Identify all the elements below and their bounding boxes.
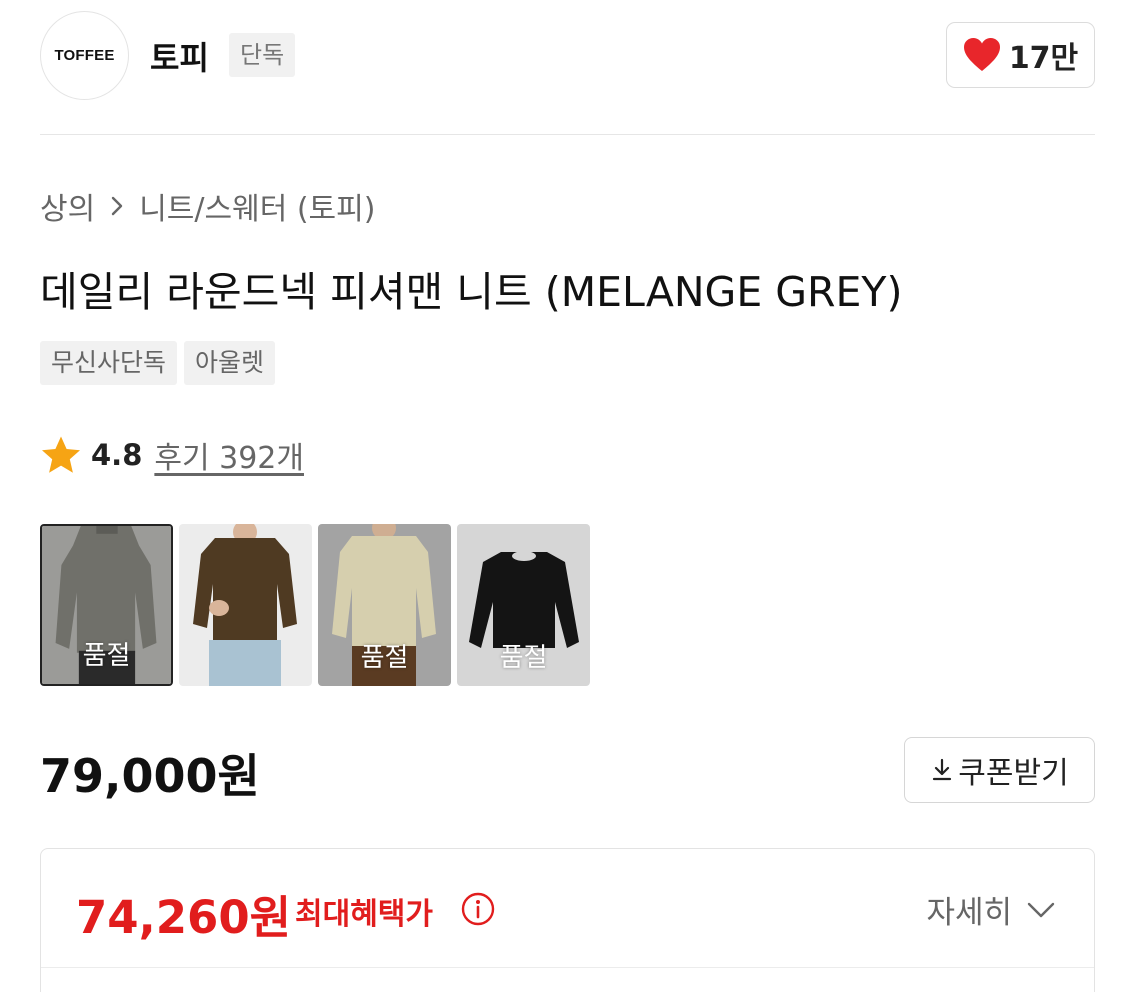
benefit-label: 최대혜택가 bbox=[295, 897, 433, 932]
header-divider bbox=[40, 134, 1095, 135]
rating-score: 4.8 bbox=[91, 438, 143, 472]
review-count-link[interactable]: 후기 392개 bbox=[154, 433, 304, 477]
color-options: 품절 품절 품절 bbox=[40, 524, 590, 686]
like-count: 17만 bbox=[1008, 41, 1079, 76]
benefit-price: 74,260원 bbox=[76, 891, 292, 944]
benefit-divider bbox=[41, 967, 1094, 968]
details-toggle[interactable]: 자세히 bbox=[926, 887, 1056, 932]
soldout-label: 품절 bbox=[499, 643, 548, 673]
color-option-oatmeal[interactable]: 품절 bbox=[318, 524, 451, 686]
color-option-melange-grey[interactable]: 품절 bbox=[40, 524, 173, 686]
price: 79,000원 bbox=[40, 749, 260, 803]
brand-logo[interactable]: TOFFEE bbox=[40, 11, 129, 100]
rating: 4.8 후기 392개 bbox=[40, 433, 304, 477]
product-badges: 무신사단독 아울렛 bbox=[40, 341, 276, 385]
details-label: 자세히 bbox=[926, 895, 1012, 931]
brand-name[interactable]: 토피 bbox=[150, 33, 209, 79]
product-title: 데일리 라운드넥 피셔맨 니트 (MELANGE GREY) bbox=[40, 268, 903, 316]
info-icon[interactable] bbox=[461, 892, 495, 926]
coupon-button[interactable]: 쿠폰받기 bbox=[904, 737, 1095, 803]
benefit-box: 74,260원 최대혜택가 자세히 bbox=[40, 848, 1095, 992]
breadcrumb: 상의 니트/스웨터 (토피) bbox=[40, 184, 375, 228]
breadcrumb-subcategory[interactable]: 니트/스웨터 (토피) bbox=[139, 184, 375, 228]
color-option-black[interactable]: 품절 bbox=[457, 524, 590, 686]
color-option-brown[interactable] bbox=[179, 524, 312, 686]
benefit-row[interactable]: 74,260원 최대혜택가 자세히 bbox=[41, 849, 1094, 967]
badge-outlet: 아울렛 bbox=[184, 341, 276, 385]
chevron-down-icon bbox=[1027, 902, 1055, 917]
product-image bbox=[179, 524, 312, 686]
coupon-label: 쿠폰받기 bbox=[958, 756, 1069, 791]
chevron-right-icon bbox=[112, 196, 123, 216]
brand-header: TOFFEE 토피 단독 17만 bbox=[40, 11, 1095, 101]
brand-exclusive-tag: 단독 bbox=[229, 33, 296, 77]
soldout-label: 품절 bbox=[360, 643, 409, 673]
badge-exclusive: 무신사단독 bbox=[40, 341, 178, 385]
download-icon bbox=[933, 758, 952, 781]
like-button[interactable]: 17만 bbox=[946, 22, 1095, 88]
star-icon bbox=[42, 436, 80, 473]
heart-icon bbox=[963, 38, 1000, 71]
soldout-label: 품절 bbox=[82, 641, 131, 671]
breadcrumb-category[interactable]: 상의 bbox=[40, 184, 95, 228]
